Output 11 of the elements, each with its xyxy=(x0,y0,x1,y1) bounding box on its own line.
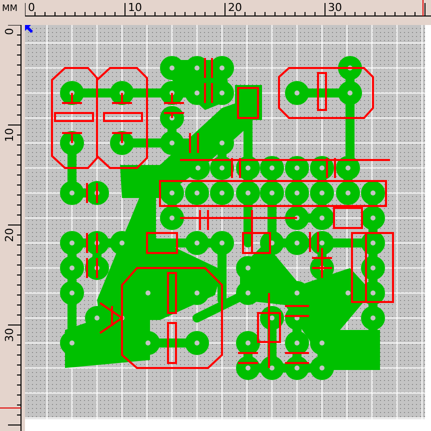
ruler-label: 30 xyxy=(328,1,342,14)
ruler-label: 20 xyxy=(3,228,16,242)
ruler-label: 30 xyxy=(3,328,16,342)
origin-marker-icon xyxy=(25,25,33,33)
ruler-label: 20 xyxy=(228,1,242,14)
ruler-label: 0 xyxy=(3,28,16,35)
units-label: MM xyxy=(2,4,18,14)
cursor-marker xyxy=(422,0,424,16)
ruler-label: 10 xyxy=(3,128,16,142)
ruler-label: 0 xyxy=(28,1,35,14)
ruler-label: 10 xyxy=(128,1,142,14)
